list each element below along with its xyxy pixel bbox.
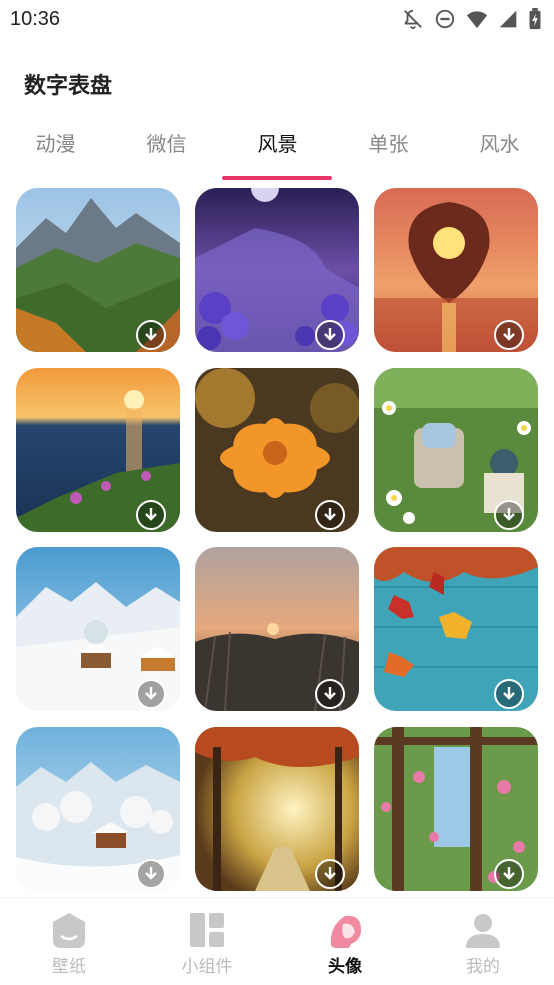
wallpaper-card[interactable] (374, 547, 538, 711)
tab-fengshui[interactable]: 风水 (444, 126, 554, 166)
avatar-icon (330, 915, 361, 948)
nav-avatar[interactable]: 头像 (276, 910, 414, 980)
status-bar: 10:36 (0, 0, 554, 40)
tab-wechat[interactable]: 微信 (111, 126, 222, 166)
wallpaper-card[interactable] (374, 368, 538, 532)
download-icon[interactable] (494, 859, 524, 889)
wallpaper-card[interactable] (195, 727, 359, 891)
nav-label: 我的 (466, 957, 500, 977)
wallpaper-card[interactable] (195, 547, 359, 711)
wallpaper-card[interactable] (374, 188, 538, 352)
wallpaper-card[interactable] (195, 188, 359, 352)
bottom-navigation: 壁纸 小组件 头像 我的 (0, 897, 554, 985)
wallpaper-icon (53, 913, 85, 948)
tab-anime[interactable]: 动漫 (0, 126, 111, 166)
nav-wallpaper[interactable]: 壁纸 (0, 910, 138, 980)
wifi-icon (466, 11, 488, 29)
wallpaper-card[interactable] (16, 188, 180, 352)
tab-scenery[interactable]: 风景 (222, 126, 333, 166)
download-icon[interactable] (136, 500, 166, 530)
tab-single[interactable]: 单张 (333, 126, 444, 166)
wallpaper-grid (0, 186, 554, 896)
wallpaper-card[interactable] (16, 727, 180, 891)
wallpaper-card[interactable] (16, 368, 180, 532)
download-icon[interactable] (494, 500, 524, 530)
wallpaper-card[interactable] (16, 547, 180, 711)
signal-icon (499, 10, 517, 28)
category-tabs: 动漫 微信 风景 单张 风水 (0, 126, 554, 182)
download-icon[interactable] (494, 679, 524, 709)
nav-widget[interactable]: 小组件 (138, 910, 276, 980)
nav-label: 壁纸 (52, 957, 86, 977)
download-icon[interactable] (315, 500, 345, 530)
download-icon[interactable] (315, 679, 345, 709)
dnd-icon (435, 9, 455, 29)
wallpaper-card[interactable] (195, 368, 359, 532)
profile-icon (466, 914, 500, 948)
battery-charging-icon (529, 8, 541, 30)
nav-profile[interactable]: 我的 (414, 910, 552, 980)
nav-label: 头像 (328, 957, 362, 977)
bell-off-icon (404, 9, 422, 30)
widget-icon (190, 913, 224, 947)
download-icon[interactable] (494, 320, 524, 350)
download-icon[interactable] (315, 320, 345, 350)
status-icons (402, 8, 542, 30)
download-icon[interactable] (136, 320, 166, 350)
download-icon[interactable] (136, 679, 166, 709)
nav-label: 小组件 (181, 957, 233, 977)
page-title: 数字表盘 (24, 74, 113, 99)
tab-indicator (222, 176, 332, 180)
download-icon[interactable] (315, 859, 345, 889)
wallpaper-card[interactable] (374, 727, 538, 891)
status-time: 10:36 (10, 8, 61, 30)
download-icon[interactable] (136, 859, 166, 889)
